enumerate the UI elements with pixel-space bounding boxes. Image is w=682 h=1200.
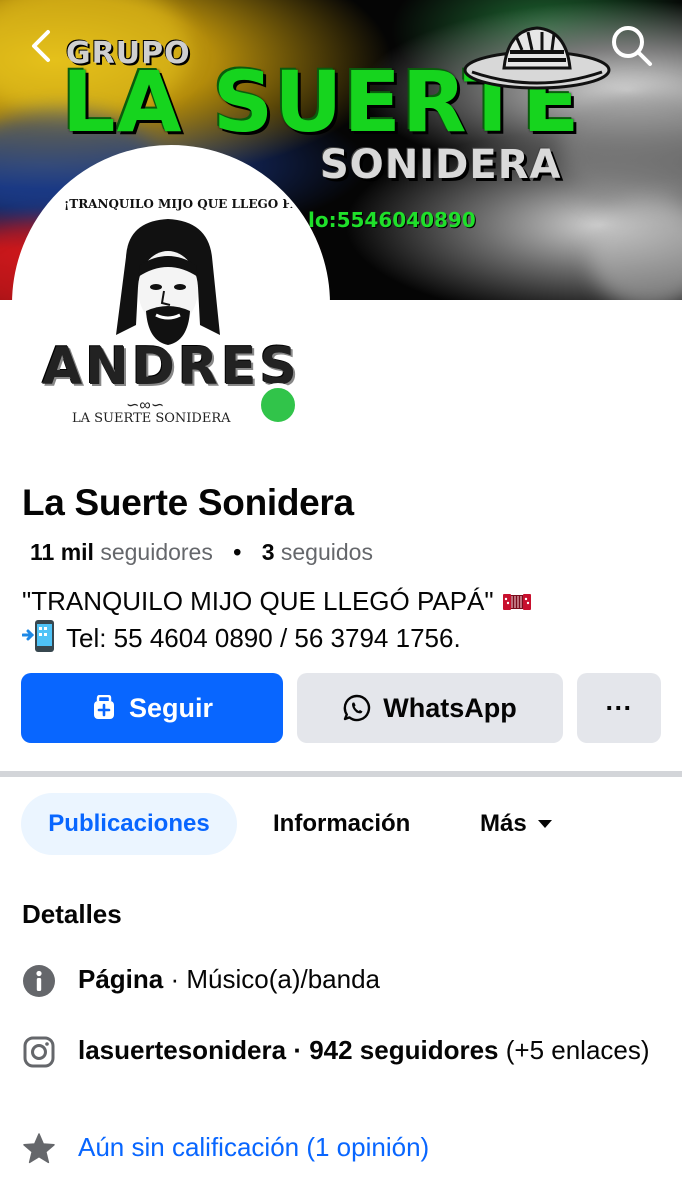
caret-down-icon — [537, 820, 552, 828]
instagram-handle[interactable]: lasuertesonidera — [78, 1035, 286, 1065]
avatar-name-text: ANDRES — [42, 337, 300, 397]
accordion-emoji-icon — [502, 594, 531, 610]
tab-mas[interactable]: Más — [480, 793, 553, 855]
page-category-text: · Músico(a)/banda — [163, 964, 381, 994]
following-label: seguidos — [280, 539, 373, 565]
followers-label: seguidores — [100, 539, 213, 565]
instagram-followers: · 942 seguidores — [286, 1035, 499, 1065]
whatsapp-label: WhatsApp — [383, 692, 517, 723]
online-status-badge — [256, 383, 300, 427]
instagram-icon — [23, 1036, 55, 1068]
cover-smoke — [590, 200, 682, 300]
cover-title-sub: SONIDERA — [320, 142, 562, 188]
rating-link[interactable]: Aún sin calificación (1 opinión) — [78, 1130, 429, 1164]
cover-phone-text: lo:5546040890 — [308, 208, 476, 232]
whatsapp-button[interactable]: WhatsApp — [297, 673, 563, 743]
bio-line-1: "TRANQUILO MIJO QUE LLEGÓ PAPÁ" — [22, 586, 532, 617]
section-divider — [0, 771, 682, 777]
instagram-extra-links[interactable]: (+5 enlaces) — [499, 1035, 650, 1065]
more-options-button[interactable]: ··· — [577, 673, 661, 743]
back-button[interactable] — [22, 24, 62, 68]
more-dots-icon: ··· — [605, 692, 633, 723]
bio-quote-text: "TRANQUILO MIJO QUE LLEGÓ PAPÁ" — [22, 586, 494, 616]
follower-stats[interactable]: 11 mil seguidores • 3 seguidos — [30, 539, 373, 566]
details-heading: Detalles — [22, 899, 122, 929]
info-icon — [23, 965, 55, 997]
star-icon — [23, 1133, 55, 1164]
mobile-phone-arrow-emoji-icon — [22, 620, 54, 652]
detail-instagram[interactable]: lasuertesonidera · 942 seguidores (+5 en… — [22, 1033, 662, 1069]
tab-informacion[interactable]: Información — [273, 793, 410, 855]
detail-rating[interactable]: Aún sin calificación (1 opinión) — [22, 1130, 429, 1166]
followers-count: 11 mil — [30, 539, 94, 565]
follow-label: Seguir — [128, 692, 214, 723]
follow-button[interactable]: Seguir — [21, 673, 283, 743]
tab-mas-label: Más — [480, 810, 527, 837]
page-type-label: Página — [78, 964, 164, 994]
sombrero-icon — [463, 26, 611, 90]
follow-icon — [93, 695, 114, 719]
avatar-top-text: ¡TRANQUILO MIJO QUE LLEGO PAPA! — [64, 197, 323, 211]
portrait-image — [116, 219, 220, 345]
avatar-sub-text: LA SUERTE SONIDERA — [72, 411, 231, 426]
page-title: La Suerte Sonidera — [22, 482, 354, 523]
stats-separator: • — [233, 539, 242, 565]
tab-publicaciones[interactable]: Publicaciones — [21, 793, 237, 855]
following-count: 3 — [261, 539, 275, 565]
whatsapp-icon — [343, 694, 371, 722]
bio-line-2: Tel: 55 4604 0890 / 56 3794 1756. — [22, 619, 461, 654]
bio-phone-text: Tel: 55 4604 0890 / 56 3794 1756. — [66, 623, 461, 653]
search-icon[interactable] — [608, 22, 654, 68]
detail-page-category: Página · Músico(a)/banda — [22, 962, 380, 998]
